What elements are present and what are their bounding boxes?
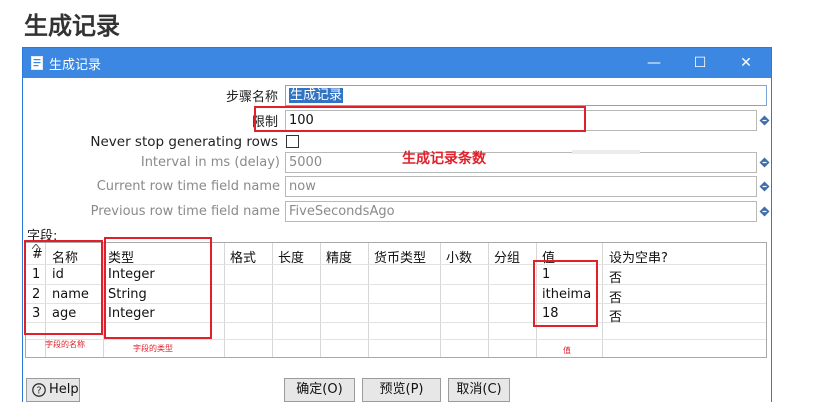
current-time-field-label: Current row time field name — [96, 179, 280, 194]
value-annotation-box — [533, 260, 598, 327]
variable-diamond-icon[interactable] — [759, 157, 770, 168]
variable-diamond-icon[interactable] — [759, 181, 770, 192]
never-stop-label: Never stop generating rows — [90, 134, 278, 150]
limit-annotation-text: 生成记录条数 — [402, 151, 486, 167]
step-name-value: 生成记录 — [289, 88, 344, 103]
current-time-field-input[interactable]: now — [285, 176, 757, 197]
close-button[interactable]: ✕ — [723, 48, 769, 78]
previous-time-field-input[interactable]: FiveSecondsAgo — [285, 201, 757, 222]
limit-annotation-box — [254, 106, 586, 132]
svg-text:?: ? — [36, 386, 41, 397]
interval-input[interactable]: 5000 — [285, 152, 757, 173]
col-header-format[interactable]: 格式 — [230, 247, 256, 266]
step-name-input[interactable]: 生成记录 — [285, 85, 767, 106]
col-header-group[interactable]: 分组 — [494, 247, 520, 266]
variable-diamond-icon[interactable] — [759, 115, 770, 126]
minimize-button[interactable]: — — [631, 48, 677, 78]
type-annotation-text: 字段的类型 — [133, 344, 173, 353]
ok-button[interactable]: 确定(O) — [284, 378, 355, 402]
step-name-label: 步骤名称 — [225, 90, 278, 105]
interval-label: Interval in ms (delay) — [140, 155, 280, 170]
document-icon — [31, 56, 43, 70]
previous-time-field-label: Previous row time field name — [90, 204, 280, 219]
col-header-precision[interactable]: 精度 — [326, 247, 352, 266]
page-heading: 生成记录 — [24, 12, 120, 40]
row-set-empty[interactable]: 否 — [609, 267, 622, 286]
type-annotation-box — [104, 237, 212, 339]
help-icon: ? — [32, 383, 46, 397]
help-button[interactable]: ? Help — [26, 378, 80, 402]
value-annotation-text: 值 — [563, 346, 571, 355]
faint-smudge — [572, 150, 640, 154]
col-header-currency[interactable]: 货币类型 — [374, 247, 426, 266]
col-header-length[interactable]: 长度 — [278, 247, 304, 266]
row-set-empty[interactable]: 否 — [609, 306, 622, 325]
cancel-button[interactable]: 取消(C) — [448, 378, 510, 402]
help-label: Help — [49, 382, 79, 397]
name-annotation-box — [24, 240, 103, 335]
title-bar[interactable]: 生成记录 — ☐ ✕ — [23, 48, 771, 78]
window-title: 生成记录 — [49, 58, 102, 73]
preview-button[interactable]: 预览(P) — [362, 378, 441, 402]
variable-diamond-icon[interactable] — [759, 206, 770, 217]
never-stop-checkbox[interactable] — [286, 135, 299, 148]
col-header-decimal[interactable]: 小数 — [446, 247, 472, 266]
row-set-empty[interactable]: 否 — [609, 287, 622, 306]
name-annotation-text: 字段的名称 — [45, 340, 85, 349]
col-header-set-empty[interactable]: 设为空串? — [609, 247, 668, 266]
maximize-button[interactable]: ☐ — [677, 48, 723, 78]
